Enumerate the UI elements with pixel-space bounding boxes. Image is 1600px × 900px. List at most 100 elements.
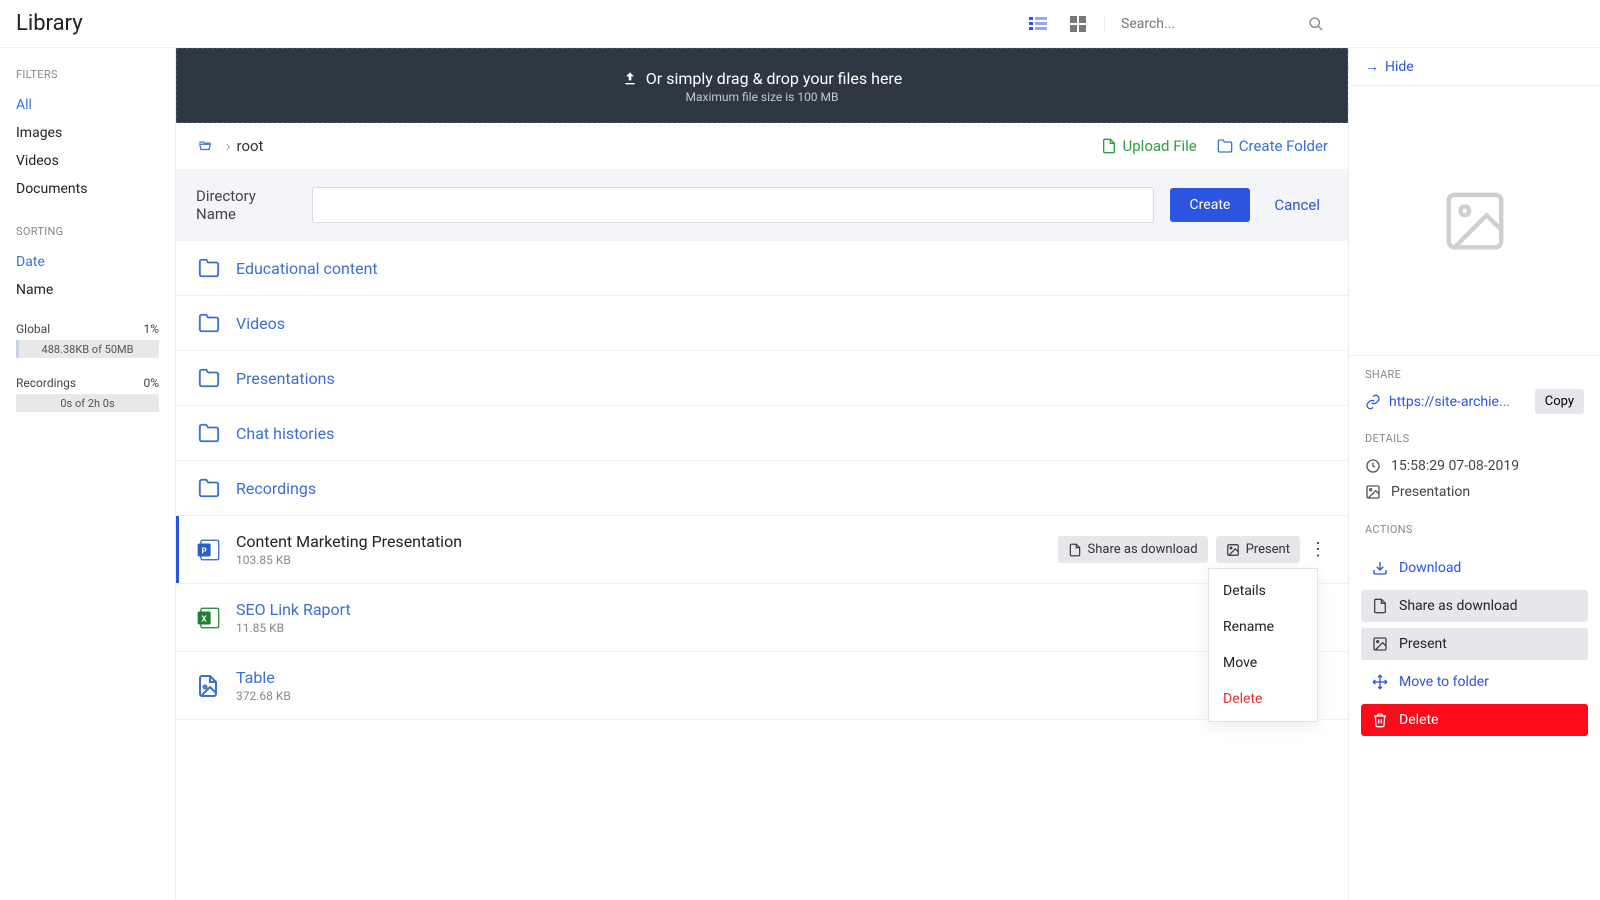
main: Or simply drag & drop your files here Ma… [176,48,1348,900]
file-icon [1372,598,1388,614]
action-present[interactable]: Present [1361,628,1588,660]
upload-file-button[interactable]: Upload File [1101,137,1197,155]
dropzone-subtitle: Maximum file size is 100 MB [177,90,1347,104]
filter-documents[interactable]: Documents [16,175,159,203]
item-size: 11.85 KB [236,621,351,635]
download-icon [1372,560,1388,576]
quota-recordings-label: Recordings [16,376,76,390]
view-list-button[interactable] [1024,10,1052,38]
view-grid-button[interactable] [1064,10,1092,38]
list-item[interactable]: Presentations [176,351,1348,406]
powerpoint-icon: P [196,537,222,563]
image-icon [1365,484,1381,500]
filters-heading: FILTERS [16,68,159,81]
filter-all[interactable]: All [16,91,159,119]
detail-timestamp: 15:58:29 07-08-2019 [1365,453,1584,479]
list-view-icon [1029,17,1047,31]
clock-icon [1365,458,1381,474]
action-move[interactable]: Move to folder [1361,666,1588,698]
create-button[interactable]: Create [1170,188,1251,222]
folder-icon [196,422,222,444]
arrow-right-icon: → [1365,58,1379,75]
action-delete[interactable]: Delete [1361,704,1588,736]
cancel-button[interactable]: Cancel [1266,196,1328,214]
create-directory-bar: Directory Name Create Cancel [176,169,1348,241]
action-download[interactable]: Download [1361,552,1588,584]
list-item[interactable]: Educational content [176,241,1348,296]
menu-rename[interactable]: Rename [1209,609,1317,645]
quota-recordings-row: Recordings 0% [16,376,159,390]
action-share-download[interactable]: Share as download [1361,590,1588,622]
sidebar: FILTERS All Images Videos Documents SORT… [0,48,176,900]
list-item[interactable]: X SEO Link Raport 11.85 KB [176,584,1348,652]
menu-details[interactable]: Details [1209,573,1317,609]
directory-name-label: Directory Name [196,187,296,223]
menu-move[interactable]: Move [1209,645,1317,681]
item-name[interactable]: Educational content [236,259,378,278]
item-name[interactable]: Videos [236,314,285,333]
list-item[interactable]: Videos [176,296,1348,351]
item-size: 372.68 KB [236,689,291,703]
list-item[interactable]: Recordings [176,461,1348,516]
sorting-heading: SORTING [16,225,159,238]
item-name[interactable]: SEO Link Raport [236,600,351,619]
context-menu: Details Rename Move Delete [1208,568,1318,722]
svg-text:X: X [202,613,208,623]
grid-view-icon [1070,16,1086,32]
item-name[interactable]: Table [236,668,291,687]
topbar: Library [0,0,1600,48]
quota-global-text: 488.38KB of 50MB [42,343,134,356]
list-item[interactable]: Chat histories [176,406,1348,461]
image-placeholder-icon [1430,186,1520,256]
search-input[interactable] [1121,16,1308,32]
menu-delete[interactable]: Delete [1209,681,1317,717]
details-heading: DETAILS [1365,432,1584,445]
chevron-right-icon: › [226,137,231,155]
quota-global-label: Global [16,322,50,336]
create-folder-button[interactable]: Create Folder [1217,137,1328,155]
svg-text:P: P [202,545,207,555]
file-upload-icon [1101,138,1117,154]
filter-images[interactable]: Images [16,119,159,147]
item-name[interactable]: Recordings [236,479,316,498]
search-wrap [1104,16,1324,32]
directory-name-input[interactable] [312,187,1154,223]
file-list: Educational content Videos Presentations… [176,241,1348,900]
list-item[interactable]: P Content Marketing Presentation 103.85 … [176,516,1348,584]
breadcrumb-root[interactable]: root [237,137,264,155]
search-icon[interactable] [1308,16,1324,32]
folder-icon [196,312,222,334]
hide-panel-button[interactable]: → Hide [1365,58,1584,75]
folder-icon [196,257,222,279]
copy-button[interactable]: Copy [1535,389,1584,414]
share-url[interactable]: https://site-archie... [1389,394,1527,410]
dropzone[interactable]: Or simply drag & drop your files here Ma… [176,48,1348,123]
item-name[interactable]: Presentations [236,369,335,388]
quota-global-pct: 1% [143,322,159,336]
image-file-icon [196,674,220,698]
preview-area [1349,86,1600,356]
details-panel: → Hide SHARE https://site-archie... Copy… [1348,48,1600,900]
move-icon [1372,674,1388,690]
actions-heading: ACTIONS [1365,523,1584,536]
present-button[interactable]: Present [1216,536,1300,563]
folder-icon [196,367,222,389]
quota-global-row: Global 1% [16,322,159,336]
share-heading: SHARE [1365,368,1584,381]
trash-icon [1372,712,1388,728]
link-icon [1365,394,1381,410]
item-name[interactable]: Content Marketing Presentation [236,532,462,551]
breadcrumb-home-icon[interactable] [196,139,214,153]
folder-icon [196,477,222,499]
list-item[interactable]: Table 372.68 KB [176,652,1348,720]
more-button[interactable]: ⋮ [1308,541,1328,559]
sort-name[interactable]: Name [16,276,159,304]
filter-videos[interactable]: Videos [16,147,159,175]
share-download-button[interactable]: Share as download [1058,536,1208,563]
sort-date[interactable]: Date [16,248,159,276]
quota-recordings-text: 0s of 2h 0s [60,397,114,410]
item-name[interactable]: Chat histories [236,424,334,443]
excel-icon: X [196,605,222,631]
quota-recordings-bar: 0s of 2h 0s [16,394,159,412]
image-icon [1226,543,1240,557]
